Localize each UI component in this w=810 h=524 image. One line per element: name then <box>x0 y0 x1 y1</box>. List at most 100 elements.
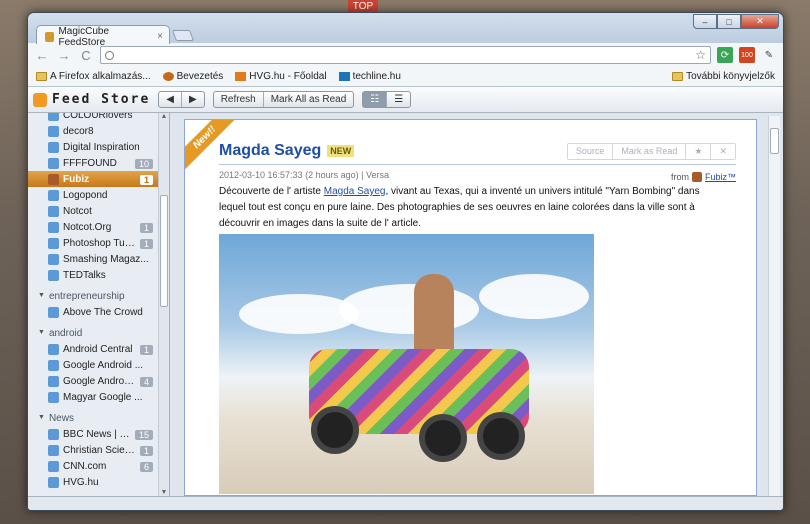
fubiz-icon <box>691 172 702 182</box>
sidebar-feed-item[interactable]: Android Central 1 <box>28 341 159 357</box>
sidebar-feed-item[interactable]: FFFFOUND 10 <box>28 155 159 171</box>
rss-icon <box>48 254 59 265</box>
sidebar-feed-item[interactable]: HVG.hu <box>28 474 159 490</box>
article-card: New!! Magda Sayeg NEW Source Mark as Rea… <box>184 119 757 496</box>
wrench-icon[interactable]: ✎ <box>761 47 777 63</box>
scroll-down-icon[interactable]: ▼ <box>159 489 169 496</box>
maximize-button[interactable]: □ <box>717 14 741 29</box>
close-icon[interactable]: ✕ <box>711 144 735 159</box>
sidebar-scroll-thumb[interactable] <box>160 195 168 307</box>
address-bar[interactable]: ☆ <box>100 46 711 64</box>
back-button[interactable]: ← <box>34 48 50 63</box>
sidebar-feed-item[interactable]: TEDTalks <box>28 267 159 283</box>
rss-icon <box>45 31 55 42</box>
rss-icon <box>48 344 59 355</box>
scroll-up-icon[interactable]: ▲ <box>159 113 169 120</box>
new-tab-button[interactable] <box>171 30 195 41</box>
minimize-button[interactable]: – <box>693 14 717 29</box>
article-pane: New!! Magda Sayeg NEW Source Mark as Rea… <box>170 113 783 496</box>
other-bookmarks[interactable]: További könyvjelzők <box>672 71 775 82</box>
next-feed-button[interactable]: ▶ <box>182 92 204 107</box>
bookmark-bevezetes[interactable]: Bevezetés <box>162 71 223 82</box>
list-view-button[interactable]: ☰ <box>387 92 410 107</box>
collapse-arrow-icon[interactable]: ▼ <box>38 292 45 304</box>
expanded-view-button[interactable]: ☷ <box>363 92 388 107</box>
sidebar-feed-item[interactable]: CNN.com 6 <box>28 458 159 474</box>
prev-feed-button[interactable]: ◀ <box>159 92 182 107</box>
category-header[interactable]: ▼ android <box>28 325 169 341</box>
feed-name: Digital Inspiration <box>63 142 140 153</box>
article-scrollbar[interactable] <box>768 116 780 496</box>
artist-link[interactable]: Magda Sayeg <box>324 186 386 197</box>
desktop-background: TOP MagicCube FeedStore × – □ ✕ ← → C ☆ <box>0 0 810 524</box>
feed-name: Above The Crowd <box>63 307 143 318</box>
mark-all-read-button[interactable]: Mark All as Read <box>264 92 354 107</box>
category-header[interactable]: ▼ entrepreneurship <box>28 288 169 304</box>
rss-icon <box>48 142 59 153</box>
sidebar-feed-item[interactable]: Photoshop Tutori...1 <box>28 235 159 251</box>
feed-name: Google Android ... <box>63 376 136 387</box>
sidebar-feed-item[interactable]: Digital Inspiration <box>28 139 159 155</box>
sidebar-feed-item[interactable]: Google Android ... <box>28 357 159 373</box>
feed-name: Christian Science ... <box>63 445 136 456</box>
bookmarks-bar: A Firefox alkalmazás... Bevezetés HVG.hu… <box>28 67 783 87</box>
rss-icon <box>48 392 59 403</box>
feed-name: Photoshop Tutori... <box>63 238 136 249</box>
star-icon[interactable]: ★ <box>686 144 712 159</box>
sidebar-feed-item[interactable]: Magyar Google ... <box>28 389 159 405</box>
refresh-button[interactable]: Refresh <box>214 92 264 107</box>
article-source: from Fubiz™ <box>670 172 736 182</box>
tab-magiccube-feedstore[interactable]: MagicCube FeedStore × <box>36 25 170 48</box>
feed-name: Magyar Google ... <box>63 392 143 403</box>
close-window-button[interactable]: ✕ <box>741 14 779 29</box>
sidebar-feed-item[interactable]: BBC News | New...15 <box>28 426 159 442</box>
rss-icon <box>48 270 59 281</box>
sidebar-feed-item[interactable]: COLOURlovers <box>28 113 159 123</box>
rss-icon <box>48 429 59 440</box>
sidebar-scrollbar[interactable]: ▲ ▼ <box>158 113 169 496</box>
app-toolbar: Feed Store ◀ ▶ Refresh Mark All as Read … <box>28 87 783 113</box>
mark-as-read-button[interactable]: Mark as Read <box>613 144 687 159</box>
sidebar-feed-item[interactable]: Christian Science ...1 <box>28 442 159 458</box>
sidebar-feed-item[interactable]: Logopond <box>28 187 159 203</box>
source-button[interactable]: Source <box>568 144 614 159</box>
unread-count-badge: 1 <box>139 238 153 249</box>
folder-icon <box>672 72 684 81</box>
sync-extension-icon[interactable]: ⟳ <box>717 47 733 63</box>
extension-badge-icon[interactable]: 100 <box>739 47 755 63</box>
forward-button[interactable]: → <box>56 48 72 63</box>
unread-count-badge: 6 <box>139 461 153 472</box>
feed-name: decor8 <box>63 126 94 137</box>
reload-button[interactable]: C <box>78 48 94 63</box>
tab-close-icon[interactable]: × <box>157 31 163 42</box>
sidebar-feed-item[interactable]: Fubiz 1 <box>28 171 159 187</box>
feed-name: Android Central <box>63 344 133 355</box>
feed-name: Notcot <box>63 206 92 217</box>
bookmark-techline[interactable]: techline.hu <box>338 71 401 82</box>
unread-count-badge: 15 <box>134 429 153 440</box>
feed-name: Smashing Magaz... <box>63 254 149 265</box>
bookmark-firefox-apps[interactable]: A Firefox alkalmazás... <box>36 71 151 82</box>
sidebar-feed-item[interactable]: Notcot.Org 1 <box>28 219 159 235</box>
rss-icon <box>48 461 59 472</box>
sidebar-feed-item[interactable]: Smashing Magaz... <box>28 251 159 267</box>
bookmark-star-icon[interactable]: ☆ <box>695 48 706 62</box>
view-toggle: ☷ ☰ <box>362 91 412 108</box>
status-bar <box>28 496 783 510</box>
sidebar-feed-item[interactable]: Notcot <box>28 203 159 219</box>
article-title-link[interactable]: Magda Sayeg <box>219 142 321 160</box>
main-area: COLOURlovers decor8 Digital Inspiration FFF… <box>28 113 783 496</box>
action-buttons: Refresh Mark All as Read <box>212 91 355 108</box>
title-divider <box>219 164 736 165</box>
category-header[interactable]: ▼ News <box>28 410 169 426</box>
collapse-arrow-icon[interactable]: ▼ <box>38 329 45 341</box>
sidebar-feed-item[interactable]: Above The Crowd <box>28 304 159 320</box>
sidebar-feed-item[interactable]: Google Android ... 4 <box>28 373 159 389</box>
unread-count-badge: 1 <box>139 445 153 456</box>
bookmark-hvg[interactable]: HVG.hu - Főoldal <box>235 71 327 82</box>
sidebar-feed-item[interactable]: decor8 <box>28 123 159 139</box>
article-scroll-thumb[interactable] <box>770 128 779 154</box>
source-link[interactable]: Fubiz™ <box>705 172 736 182</box>
rss-icon <box>48 238 59 249</box>
collapse-arrow-icon[interactable]: ▼ <box>38 414 45 426</box>
